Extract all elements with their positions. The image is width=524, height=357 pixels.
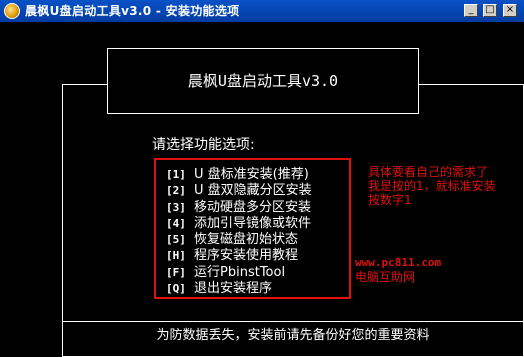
menu-item-1[interactable]: [1] U 盘标准安装(推荐) <box>166 167 312 183</box>
menu-key: [Q] <box>166 282 186 296</box>
menu-key: [1] <box>166 168 186 181</box>
menu-key: [5] <box>166 233 186 247</box>
header-frame: 晨枫U盘启动工具v3.0 <box>107 48 419 114</box>
menu-item-h[interactable]: [H] 程序安装使用教程 <box>166 248 312 264</box>
note-line: 我是按的1，就标准安装 <box>368 179 496 193</box>
minimize-button[interactable]: _ <box>464 4 478 17</box>
menu-key: [F] <box>166 265 186 279</box>
menu-label: U 盘标准安装(推荐) <box>194 167 309 182</box>
note-line: 具体要看自己的需求了 <box>368 165 489 179</box>
close-button[interactable]: × <box>503 4 517 17</box>
maximize-button[interactable]: □ <box>483 4 497 17</box>
note-line: 按数字1 <box>368 193 412 207</box>
menu-key: [4] <box>166 216 186 230</box>
watermark-site: 电脑互助网 <box>355 270 416 284</box>
menu-item-2[interactable]: [2] U 盘双隐藏分区安装 <box>166 183 312 199</box>
divider <box>62 321 524 322</box>
annotation-note: 具体要看自己的需求了 我是按的1，就标准安装 按数字1 <box>368 165 524 207</box>
menu-list: [1] U 盘标准安装(推荐) [2] U 盘双隐藏分区安装 [3] 移动硬盘多分区安… <box>166 167 312 297</box>
menu-item-5[interactable]: [5] 恢复磁盘初始状态 <box>166 232 312 248</box>
menu-item-f[interactable]: [F] 运行PbinstTool <box>166 265 312 281</box>
title-bar[interactable]: 晨枫U盘启动工具v3.0 - 安装功能选项 _ □ × <box>0 0 524 22</box>
warning-text: 为防数据丢失，安装前请先备份好您的重要资料 <box>156 328 430 343</box>
menu-label: 程序安装使用教程 <box>194 248 299 264</box>
menu-key: [H] <box>166 249 186 263</box>
menu-label: 运行PbinstTool <box>194 264 286 280</box>
menu-key: [2] <box>166 184 186 198</box>
menu-label: U 盘双隐藏分区安装 <box>194 183 312 199</box>
prompt-text: 请选择功能选项: <box>152 137 255 153</box>
window-title: 晨枫U盘启动工具v3.0 - 安装功能选项 <box>25 4 240 18</box>
menu-item-q[interactable]: [Q] 退出安装程序 <box>166 281 312 297</box>
menu-label: 退出安装程序 <box>194 281 273 297</box>
menu-label: 移动硬盘多分区安装 <box>194 199 312 215</box>
app-title: 晨枫U盘启动工具v3.0 <box>187 72 339 90</box>
menu-item-3[interactable]: [3] 移动硬盘多分区安装 <box>166 200 312 216</box>
menu-label: 添加引导镜像或软件 <box>194 215 312 231</box>
menu-label: 恢复磁盘初始状态 <box>194 232 299 248</box>
menu-key: [3] <box>166 200 186 214</box>
app-icon <box>4 3 20 19</box>
menu-item-4[interactable]: [4] 添加引导镜像或软件 <box>166 216 312 232</box>
